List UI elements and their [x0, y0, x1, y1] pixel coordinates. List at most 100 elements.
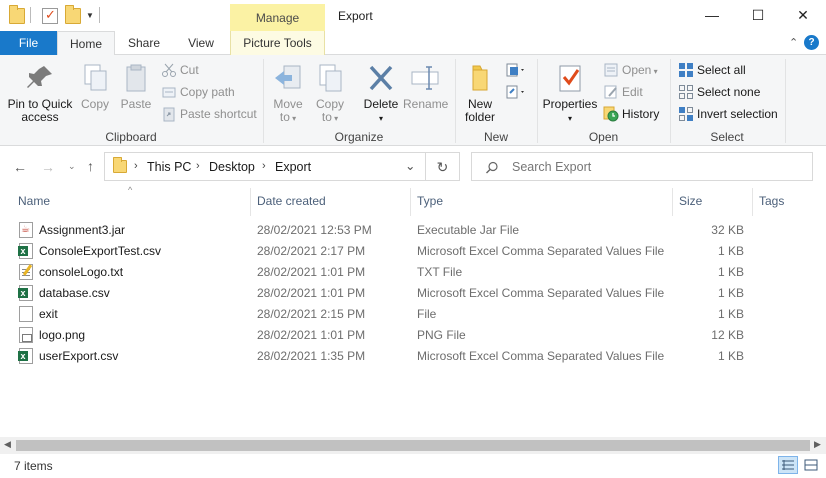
- file-row[interactable]: ConsoleExportTest.csv 28/02/2021 2:17 PM…: [0, 241, 826, 262]
- customize-quick-access-chevron-icon[interactable]: ▼: [86, 11, 94, 20]
- column-header-date-created[interactable]: Date created: [257, 194, 326, 208]
- file-row[interactable]: Assignment3.jar 28/02/2021 12:53 PM Exec…: [0, 220, 826, 241]
- generic-file-icon: [19, 306, 33, 322]
- properties-icon[interactable]: [42, 7, 58, 24]
- paste-shortcut-icon: [161, 106, 177, 122]
- pin-icon: [24, 62, 56, 94]
- select-none-button[interactable]: Select none: [677, 82, 760, 102]
- back-arrow-icon[interactable]: ←: [13, 159, 27, 175]
- column-divider[interactable]: [250, 188, 251, 216]
- new-folder-button[interactable]: New folder: [459, 58, 501, 124]
- new-item-button[interactable]: [505, 62, 527, 78]
- up-arrow-icon[interactable]: ↑: [87, 158, 94, 174]
- copy-path-label: Copy path: [180, 85, 235, 99]
- copy-path-button[interactable]: Copy path: [160, 82, 235, 102]
- file-row[interactable]: logo.png 28/02/2021 1:01 PM PNG File 12 …: [0, 325, 826, 346]
- paste-shortcut-button[interactable]: Paste shortcut: [160, 104, 257, 124]
- easy-access-button[interactable]: [505, 84, 527, 100]
- breadcrumb-desktop[interactable]: Desktop: [209, 160, 255, 174]
- large-icons-view-button[interactable]: [801, 456, 821, 474]
- delete-dropdown-icon: ▾: [378, 114, 383, 123]
- file-type: PNG File: [417, 328, 466, 342]
- column-header-name[interactable]: Name: [18, 194, 50, 208]
- address-bar[interactable]: › This PC › Desktop › Export ⌄: [104, 152, 426, 181]
- status-bar: 7 items: [0, 454, 826, 478]
- breadcrumb-separator-icon: ›: [196, 160, 200, 172]
- tab-picture-tools[interactable]: Picture Tools: [230, 31, 325, 55]
- file-type: Microsoft Excel Comma Separated Values F…: [417, 349, 665, 363]
- file-row[interactable]: exit 28/02/2021 2:15 PM File 1 KB: [0, 304, 826, 325]
- open-button[interactable]: Open ▾: [602, 60, 658, 80]
- scroll-right-arrow-icon[interactable]: ▶: [814, 439, 821, 450]
- delete-button[interactable]: Delete ▾: [360, 58, 402, 125]
- cut-button[interactable]: Cut: [160, 60, 199, 80]
- select-all-label: Select all: [697, 63, 746, 77]
- column-divider[interactable]: [672, 188, 673, 216]
- help-icon[interactable]: ?: [804, 35, 819, 50]
- history-button[interactable]: History: [602, 104, 659, 124]
- file-name: userExport.csv: [39, 349, 119, 363]
- tab-home[interactable]: Home: [57, 31, 115, 56]
- scissors-icon: [161, 62, 177, 78]
- new-item-icon: [506, 63, 524, 77]
- file-date-created: 28/02/2021 2:15 PM: [257, 307, 366, 321]
- details-view-button[interactable]: [778, 456, 798, 474]
- move-to-dropdown-icon: ▾: [289, 114, 297, 123]
- edit-icon: [603, 84, 619, 100]
- column-header-size[interactable]: Size: [679, 194, 702, 208]
- new-folder-icon: [464, 62, 496, 94]
- scrollbar-thumb[interactable]: [16, 440, 810, 451]
- copy-button[interactable]: Copy: [76, 58, 114, 111]
- file-date-created: 28/02/2021 12:53 PM: [257, 223, 372, 237]
- window-title: Export: [338, 9, 373, 23]
- pin-to-quick-access-button[interactable]: Pin to Quick access: [6, 58, 74, 124]
- copy-to-label: Copy: [315, 97, 344, 111]
- properties-label: Properties: [542, 97, 598, 111]
- organize-group-label: Organize: [334, 130, 384, 144]
- collapse-ribbon-icon[interactable]: ⌃: [789, 36, 798, 49]
- breadcrumb-separator-icon: ›: [262, 160, 266, 172]
- file-name: exit: [39, 307, 58, 321]
- breadcrumb-this-pc[interactable]: This PC: [147, 160, 191, 174]
- scroll-left-arrow-icon[interactable]: ◀: [4, 439, 11, 450]
- column-divider[interactable]: [752, 188, 753, 216]
- search-input[interactable]: Search Export: [471, 152, 813, 181]
- move-to-label-2: to: [279, 110, 290, 124]
- column-header-type[interactable]: Type: [417, 194, 443, 208]
- breadcrumb-export[interactable]: Export: [275, 160, 311, 174]
- refresh-button[interactable]: ↻: [426, 152, 460, 181]
- column-divider[interactable]: [410, 188, 411, 216]
- minimize-button[interactable]: —: [689, 0, 735, 31]
- address-dropdown-icon[interactable]: ⌄: [405, 158, 415, 173]
- paste-button[interactable]: Paste: [117, 58, 155, 111]
- rename-button[interactable]: Rename: [403, 58, 448, 111]
- file-date-created: 28/02/2021 1:01 PM: [257, 328, 366, 342]
- new-folder-icon[interactable]: [65, 5, 81, 24]
- file-row[interactable]: database.csv 28/02/2021 1:01 PM Microsof…: [0, 283, 826, 304]
- properties-button[interactable]: Properties ▾: [541, 58, 599, 125]
- file-row[interactable]: userExport.csv 28/02/2021 1:35 PM Micros…: [0, 346, 826, 367]
- excel-csv-icon: [18, 348, 33, 364]
- maximize-button[interactable]: ☐: [735, 0, 781, 31]
- file-name: ConsoleExportTest.csv: [39, 244, 162, 258]
- tab-view[interactable]: View: [177, 31, 225, 55]
- recent-locations-chevron-icon[interactable]: ⌄: [68, 161, 76, 172]
- close-button[interactable]: ✕: [780, 0, 826, 31]
- invert-selection-button[interactable]: Invert selection: [677, 104, 778, 124]
- forward-arrow-icon[interactable]: →: [41, 159, 55, 175]
- manage-contextual-tab[interactable]: Manage: [230, 4, 325, 31]
- file-name: Assignment3.jar: [39, 223, 126, 237]
- breadcrumb-separator-icon: ›: [134, 160, 138, 172]
- column-header-tags[interactable]: Tags: [759, 194, 784, 208]
- tab-file[interactable]: File: [0, 31, 57, 55]
- open-group-label: Open: [588, 130, 619, 144]
- excel-csv-icon: [18, 285, 33, 301]
- excel-csv-icon: [18, 243, 33, 259]
- move-to-button[interactable]: Move to ▾: [269, 58, 307, 125]
- edit-button[interactable]: Edit: [602, 82, 643, 102]
- tab-share[interactable]: Share: [120, 31, 168, 55]
- file-row[interactable]: consoleLogo.txt 28/02/2021 1:01 PM TXT F…: [0, 262, 826, 283]
- copy-to-button[interactable]: Copy to ▾: [311, 58, 349, 125]
- select-all-button[interactable]: Select all: [677, 60, 746, 80]
- file-type: File: [417, 307, 437, 321]
